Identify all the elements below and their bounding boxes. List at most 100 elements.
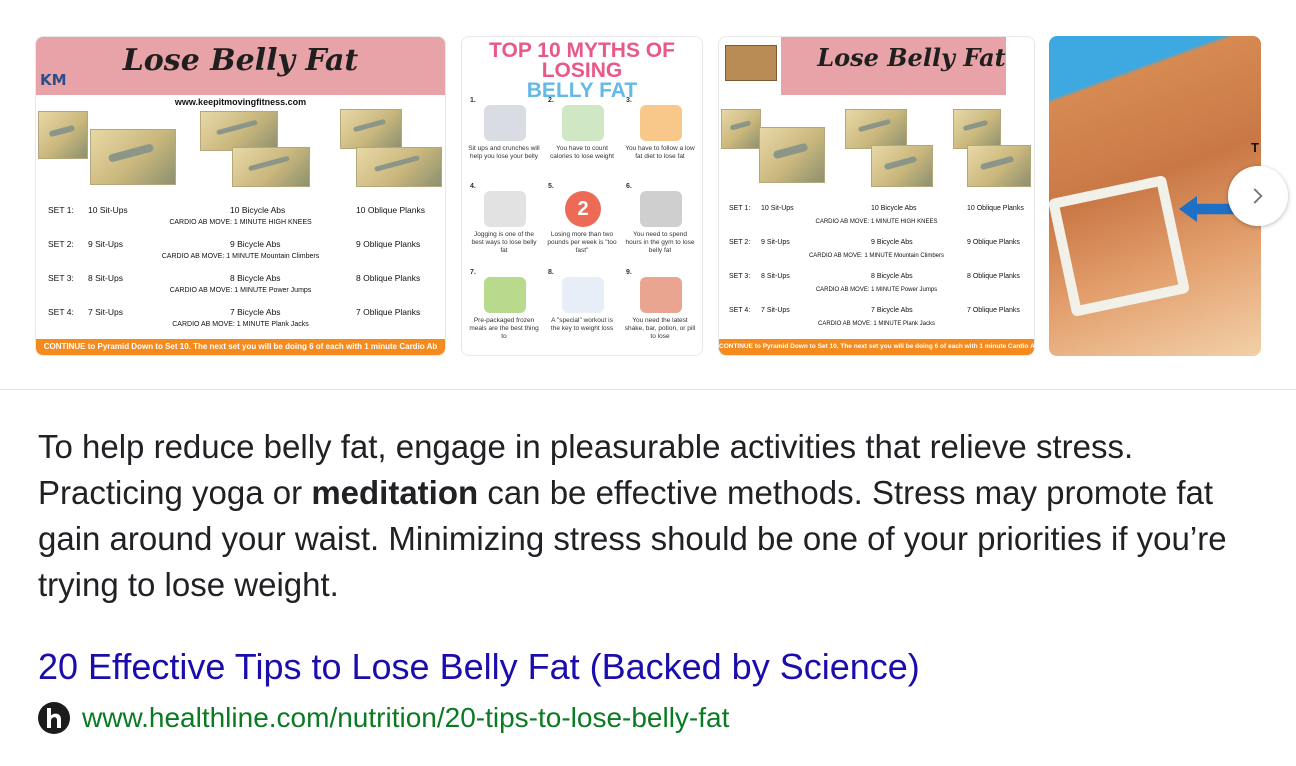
set-label: SET 2: — [729, 239, 751, 246]
poster-footer: CONTINUE to Pyramid Down to Set 10. The … — [719, 339, 1034, 355]
snippet-highlight: meditation — [311, 474, 479, 511]
chevron-right-icon — [1253, 188, 1263, 204]
exercise-photo — [232, 147, 310, 187]
cardio-move: CARDIO AB MOVE: 1 MINUTE Power Jumps — [169, 287, 312, 294]
set-label: SET 4: — [48, 307, 74, 317]
myth-item: 6. You need to spend hours in the gym to … — [624, 183, 696, 273]
featured-snippet-text: To help reduce belly fat, engage in plea… — [38, 424, 1268, 608]
exercise-photo — [340, 109, 402, 149]
set-exercise: 7 Bicycle Abs — [871, 307, 913, 314]
h-letter-icon — [47, 708, 61, 728]
myth-item: 1. Sit ups and crunches will help you los… — [468, 97, 540, 187]
set-exercise: 9 Bicycle Abs — [871, 239, 913, 246]
myth-item: 3. You have to follow a low fat diet to l… — [624, 97, 696, 187]
exercise-photo — [871, 145, 933, 187]
myth-item: 4. Jogging is one of the best ways to los… — [468, 183, 540, 273]
set-exercise: 9 Sit-Ups — [88, 239, 123, 249]
myth-number: 4. — [470, 183, 476, 190]
set-exercise: 8 Oblique Planks — [356, 273, 421, 283]
set-exercise: 10 Sit-Ups — [88, 205, 128, 215]
myth-illustration — [562, 277, 604, 313]
poster-url: www.keepitmovingfitness.com — [174, 97, 307, 107]
myth-caption: You need to spend hours in the gym to lo… — [625, 231, 695, 254]
set-exercise: 9 Oblique Planks — [356, 239, 421, 249]
set-exercise: 7 Oblique Planks — [967, 307, 1020, 314]
cardio-move: CARDIO AB MOVE: 1 MINUTE Mountain Climbe… — [808, 253, 945, 259]
exercise-photo — [967, 145, 1031, 187]
myth-number: 2. — [548, 97, 554, 104]
set-exercise: 10 Oblique Planks — [967, 205, 1024, 212]
myth-illustration — [484, 277, 526, 313]
carousel-image-3[interactable]: Lose Belly Fat SET 1: 10 Sit-Ups 10 Bicycl… — [718, 36, 1035, 356]
cardio-move: CARDIO AB MOVE: 1 MINUTE Mountain Climbe… — [161, 253, 320, 260]
myth-illustration — [484, 105, 526, 141]
healthline-favicon-icon — [38, 702, 70, 734]
poster-logo: KM — [40, 71, 67, 89]
myths-title: TOP 10 MYTHS OF LOSING BELLY FAT — [462, 40, 702, 101]
exercise-photo — [953, 109, 1001, 149]
set-exercise: 10 Bicycle Abs — [230, 205, 286, 215]
set-exercise: 7 Oblique Planks — [356, 307, 421, 317]
myth-illustration — [640, 277, 682, 313]
exercise-photo — [759, 127, 825, 183]
cardio-move: CARDIO AB MOVE: 1 MINUTE Plank Jacks — [172, 321, 309, 328]
cardio-move: CARDIO AB MOVE: 1 MINUTE HIGH KNEES — [169, 219, 312, 226]
myth-number: 5. — [548, 183, 554, 190]
set-exercise: 7 Sit-Ups — [88, 307, 123, 317]
carousel-image-2[interactable]: TOP 10 MYTHS OF LOSING BELLY FAT 1. Sit u… — [461, 36, 703, 356]
myth-illustration — [640, 191, 682, 227]
partial-caption: T — [1251, 140, 1259, 155]
image-carousel: Lose Belly Fat KM www.keepitmovingfitnes… — [0, 0, 1296, 390]
set-exercise: 10 Bicycle Abs — [871, 205, 917, 212]
myth-caption: Sit ups and crunches will help you lose … — [468, 145, 540, 160]
exercise-photo — [200, 111, 278, 151]
carousel-image-1[interactable]: Lose Belly Fat KM www.keepitmovingfitnes… — [35, 36, 446, 356]
myth-number: 6. — [626, 183, 632, 190]
workout-sets: SET 1: 10 Sit-Ups 10 Bicycle Abs 10 Oblique… — [44, 205, 437, 341]
myth-caption: You have to follow a low fat diet to los… — [625, 145, 695, 160]
set-exercise: 8 Bicycle Abs — [230, 273, 281, 283]
exercise-photo — [38, 111, 88, 159]
myth-illustration — [562, 105, 604, 141]
result-url[interactable]: www.healthline.com/nutrition/20-tips-to-… — [82, 702, 729, 734]
myth-number: 7. — [470, 269, 476, 276]
set-exercise: 9 Oblique Planks — [967, 239, 1020, 246]
cardio-move: CARDIO AB MOVE: 1 MINUTE HIGH KNEES — [815, 219, 938, 225]
caliper-shape — [1049, 174, 1191, 318]
set-exercise: 9 Bicycle Abs — [230, 239, 281, 249]
myth-caption: Losing more than two pounds per week is … — [547, 231, 617, 254]
exercise-photos — [36, 109, 445, 189]
myth-item: 8. A "special" workout is the key to weig… — [546, 269, 618, 355]
box-icon — [725, 45, 777, 81]
set-exercise: 7 Sit-Ups — [761, 307, 790, 314]
myth-illustration — [484, 191, 526, 227]
carousel-next-button[interactable] — [1228, 166, 1288, 226]
cardio-move: CARDIO AB MOVE: 1 MINUTE Plank Jacks — [817, 321, 936, 327]
set-label: SET 3: — [48, 273, 74, 283]
myth-caption: A "special" workout is the key to weight… — [550, 317, 614, 332]
cardio-move: CARDIO AB MOVE: 1 MINUTE Power Jumps — [815, 287, 938, 293]
myth-item: 9. You need the latest shake, bar, potion… — [624, 269, 696, 355]
myth-caption: Pre-packaged frozen meals are the best t… — [469, 317, 539, 340]
myth-illustration — [640, 105, 682, 141]
myth-caption: You have to count calories to lose weigh… — [550, 145, 614, 160]
poster-footer: CONTINUE to Pyramid Down to Set 10. The … — [36, 339, 445, 355]
set-exercise: 10 Sit-Ups — [761, 205, 794, 212]
set-exercise: 10 Oblique Planks — [356, 205, 425, 215]
set-exercise: 8 Bicycle Abs — [871, 273, 913, 280]
myth-number: 3. — [626, 97, 632, 104]
myth-number: 8. — [548, 269, 554, 276]
myth-number: 9. — [626, 269, 632, 276]
myth-caption: Jogging is one of the best ways to lose … — [471, 231, 537, 254]
workout-sets: SET 1: 10 Sit-Ups 10 Bicycle Abs 10 Oblique… — [727, 205, 1026, 341]
set-label: SET 1: — [48, 205, 74, 215]
exercise-photos — [719, 109, 1034, 189]
result-title-link[interactable]: 20 Effective Tips to Lose Belly Fat (Bac… — [38, 646, 920, 688]
set-exercise: 8 Sit-Ups — [88, 273, 123, 283]
set-label: SET 4: — [729, 307, 751, 314]
set-exercise: 7 Bicycle Abs — [230, 307, 281, 317]
myth-caption: You need the latest shake, bar, potion, … — [624, 317, 696, 340]
set-label: SET 3: — [729, 273, 751, 280]
exercise-photo — [721, 109, 761, 149]
myth-item: 2. You have to count calories to lose wei… — [546, 97, 618, 187]
